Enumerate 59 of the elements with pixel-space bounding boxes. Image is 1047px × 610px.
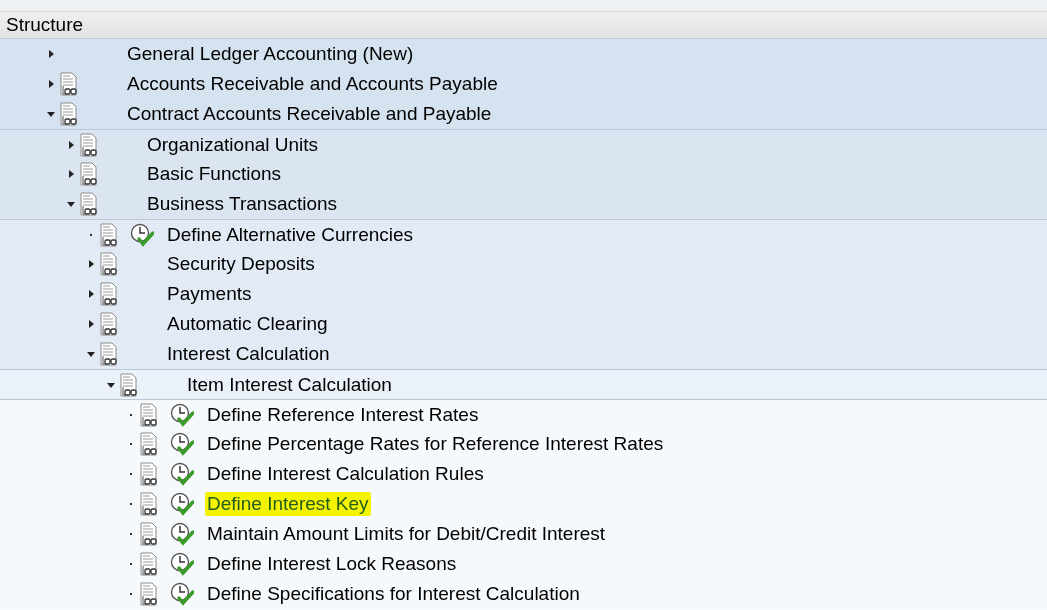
document-icon[interactable]: [140, 552, 157, 576]
clock-check-icon[interactable]: [170, 552, 194, 576]
expand-arrow-icon[interactable]: [46, 49, 56, 59]
document-icon[interactable]: [140, 432, 157, 456]
collapse-arrow-icon[interactable]: [46, 109, 56, 119]
tree-item-label[interactable]: Organizational Units: [145, 132, 321, 157]
document-icon[interactable]: [100, 342, 117, 366]
document-icon[interactable]: [80, 192, 97, 216]
document-icon[interactable]: [100, 282, 117, 306]
tree-item-label[interactable]: Automatic Clearing: [165, 312, 330, 336]
bullet-icon: [129, 442, 133, 446]
column-title: Structure: [6, 12, 84, 37]
tree-item-label[interactable]: Basic Functions: [145, 162, 284, 186]
clock-check-icon[interactable]: [130, 222, 154, 247]
tree-item-label[interactable]: Define Interest Lock Reasons: [205, 552, 459, 576]
clock-check-icon[interactable]: [170, 522, 194, 546]
document-icon[interactable]: [140, 492, 157, 516]
document-icon[interactable]: [60, 72, 77, 96]
expand-arrow-icon[interactable]: [86, 259, 96, 269]
clock-check-icon[interactable]: [170, 402, 194, 427]
document-icon[interactable]: [140, 462, 157, 486]
expand-arrow-icon[interactable]: [46, 79, 56, 89]
expand-arrow-icon[interactable]: [66, 139, 76, 150]
tree-item-label[interactable]: Maintain Amount Limits for Debit/Credit Interest: [205, 522, 608, 546]
expand-arrow-icon[interactable]: [86, 289, 96, 299]
collapse-arrow-icon[interactable]: [86, 349, 96, 359]
tree-item-label[interactable]: Define Alternative Currencies: [165, 222, 416, 247]
clock-check-icon[interactable]: [170, 492, 194, 516]
document-icon[interactable]: [120, 372, 137, 397]
bullet-icon: [129, 532, 133, 536]
document-icon[interactable]: [80, 132, 97, 157]
clock-check-icon[interactable]: [170, 582, 194, 606]
tree-item-label[interactable]: Business Transactions: [145, 192, 340, 216]
document-icon[interactable]: [100, 312, 117, 336]
tree-item-label[interactable]: Item Interest Calculation: [185, 372, 394, 397]
document-icon[interactable]: [140, 582, 157, 606]
document-icon[interactable]: [100, 252, 117, 276]
tree-item-label[interactable]: Payments: [165, 282, 254, 306]
tree-item-label[interactable]: Security Deposits: [165, 252, 317, 276]
bullet-icon: [129, 562, 133, 566]
highlighted-tree-item[interactable]: Define Interest Key: [205, 492, 371, 516]
bullet-icon: [129, 472, 133, 476]
expand-arrow-icon[interactable]: [66, 169, 76, 179]
clock-check-icon[interactable]: [170, 462, 194, 486]
clock-check-icon[interactable]: [170, 432, 194, 456]
document-icon[interactable]: [140, 522, 157, 546]
document-icon[interactable]: [140, 402, 157, 427]
document-icon[interactable]: [100, 222, 117, 247]
tree-item-label[interactable]: Define Interest Calculation Rules: [205, 462, 486, 486]
collapse-arrow-icon[interactable]: [66, 199, 76, 209]
tree-item-label[interactable]: Define Percentage Rates for Reference Interest Rates: [205, 432, 666, 456]
document-icon[interactable]: [80, 162, 97, 186]
document-icon[interactable]: [60, 102, 77, 126]
bullet-icon: [129, 592, 133, 596]
bullet-icon: [129, 502, 133, 506]
tree-item-label[interactable]: Define Specifications for Interest Calculation: [205, 582, 582, 606]
tree-item-label[interactable]: Interest Calculation: [165, 342, 332, 366]
tree-item-label[interactable]: Define Reference Interest Rates: [205, 402, 481, 427]
expand-arrow-icon[interactable]: [86, 319, 96, 329]
